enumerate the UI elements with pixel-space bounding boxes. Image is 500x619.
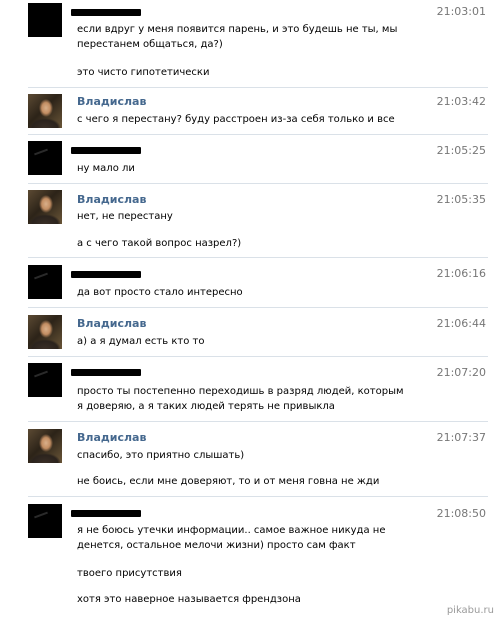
message-timestamp: 21:07:20 [436, 366, 486, 379]
avatar-vladislav[interactable] [28, 429, 62, 463]
message-text: ну мало ли [77, 163, 135, 174]
avatar-redacted[interactable] [28, 141, 62, 175]
message-text: если вдруг у меня появится парень, и это… [77, 24, 398, 50]
sender-name-link[interactable]: Владислав [77, 431, 146, 444]
avatar-redacted[interactable] [28, 504, 62, 538]
avatar-redacted[interactable] [28, 363, 62, 397]
message-divider [28, 307, 488, 308]
message-text: да вот просто стало интересно [77, 287, 243, 298]
message-timestamp: 21:06:16 [436, 267, 486, 280]
message-timestamp: 21:08:50 [436, 507, 486, 520]
message-timestamp: 21:07:37 [436, 431, 486, 444]
message-text: твоего присутствия [77, 568, 182, 579]
message-text: нет, не перестану [77, 211, 173, 222]
avatar-vladislav[interactable] [28, 315, 62, 349]
message-text: я не боюсь утечки информации.. самое важ… [77, 525, 386, 551]
message-divider [28, 134, 488, 135]
sender-name-link[interactable]: Владислав [77, 317, 146, 330]
message-divider [28, 421, 488, 422]
avatar-vladislav[interactable] [28, 190, 62, 224]
message-text: это чисто гипотетически [77, 67, 210, 78]
message-divider [28, 496, 488, 497]
redacted-name-bar [71, 147, 141, 154]
message-divider [28, 257, 488, 258]
message-divider [28, 183, 488, 184]
message-timestamp: 21:03:01 [436, 5, 486, 18]
message-timestamp: 21:06:44 [436, 317, 486, 330]
message-divider [28, 87, 488, 88]
sender-name-link[interactable]: Владислав [77, 95, 146, 108]
message-text: а с чего такой вопрос назрел?) [77, 238, 242, 249]
redacted-name-bar [71, 510, 141, 517]
avatar-redacted[interactable] [28, 3, 62, 37]
message-timestamp: 21:03:42 [436, 95, 486, 108]
avatar-vladislav[interactable] [28, 94, 62, 128]
message-text: не боись, если мне доверяют, то и от мен… [77, 476, 380, 487]
message-divider [28, 356, 488, 357]
redacted-name-bar [71, 271, 141, 278]
avatar-redacted[interactable] [28, 265, 62, 299]
message-timestamp: 21:05:25 [436, 144, 486, 157]
redacted-name-bar [71, 9, 141, 16]
message-text: а) а я думал есть кто то [77, 336, 205, 347]
watermark: pikabu.ru [446, 605, 494, 616]
message-text: с чего я перестану? буду расстроен из-за… [77, 114, 395, 125]
message-text: хотя это наверное называется френдзона [77, 594, 301, 605]
message-text: просто ты постепенно переходишь в разряд… [77, 386, 404, 412]
message-text: спасибо, это приятно слышать) [77, 450, 245, 461]
sender-name-link[interactable]: Владислав [77, 193, 146, 206]
redacted-name-bar [71, 369, 141, 376]
message-timestamp: 21:05:35 [436, 193, 486, 206]
